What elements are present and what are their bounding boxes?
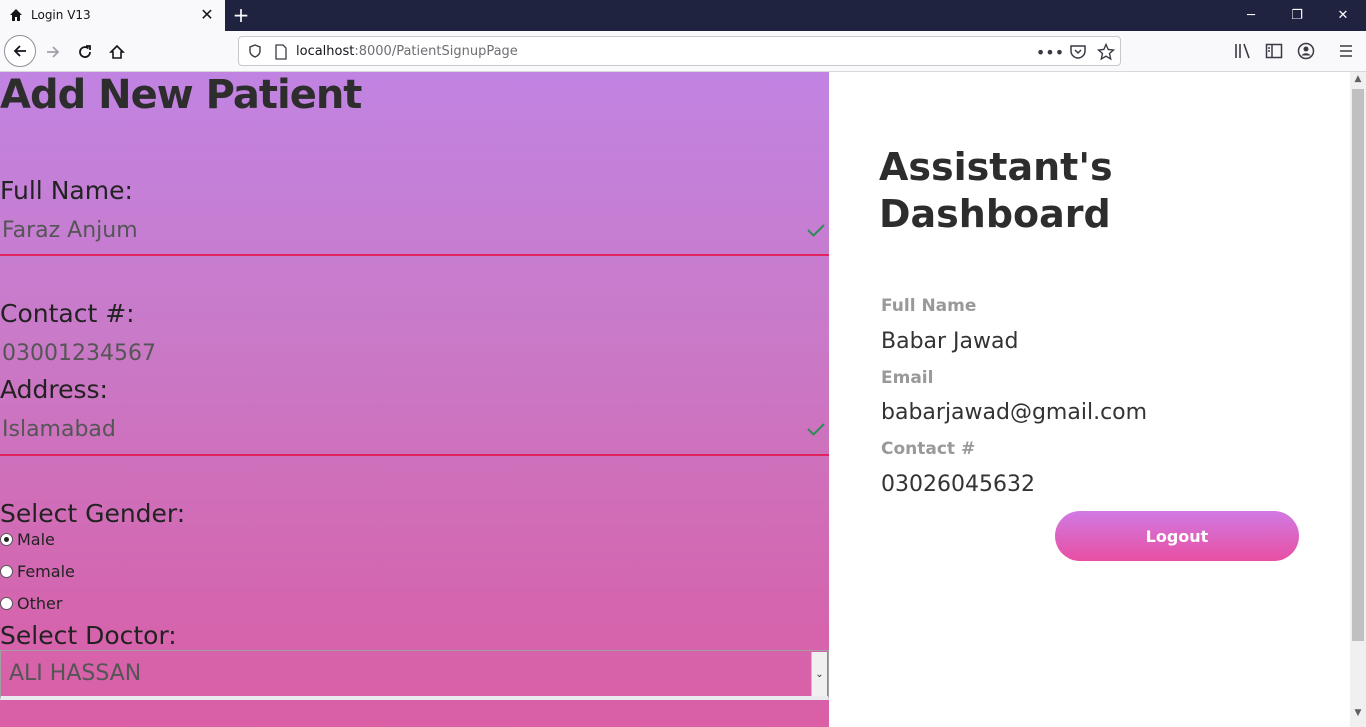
radio-other[interactable] [0, 596, 13, 610]
scroll-up-arrow-icon[interactable]: ▲ [1350, 74, 1366, 88]
radio-label-other: Other [17, 593, 63, 613]
full-name-label: Full Name: [0, 176, 133, 205]
tab-login[interactable]: Login V13 ✕ [0, 0, 225, 31]
back-arrow-icon [13, 45, 26, 57]
address-underline [0, 454, 829, 456]
home-icon [109, 44, 125, 59]
radio-female[interactable] [0, 564, 13, 578]
full-name-input[interactable] [0, 210, 829, 250]
email-info-label: Email [881, 368, 934, 388]
reload-button[interactable] [70, 37, 100, 67]
email-info-value: babarjawad@gmail.com [881, 400, 1148, 425]
url-bar[interactable]: localhost:8000/PatientSignupPage ••• [238, 36, 1121, 66]
forward-arrow-icon [47, 46, 60, 58]
check-icon [807, 423, 825, 436]
radio-label-male: Male [17, 529, 55, 549]
account-icon[interactable] [1297, 42, 1315, 60]
tab-bar: Login V13 ✕ + ─ ❐ ✕ [0, 0, 1366, 31]
forward-button[interactable] [38, 37, 68, 67]
page-scrollbar[interactable]: ▲ ▼ [1350, 72, 1366, 727]
radio-label-female: Female [17, 561, 75, 581]
reload-icon [79, 45, 91, 58]
home-icon [10, 9, 22, 21]
pocket-icon[interactable] [1069, 42, 1087, 62]
tab-title: Login V13 [31, 8, 91, 22]
contact-label: Contact #: [0, 299, 135, 328]
logout-button[interactable]: Logout [1055, 511, 1299, 561]
chevron-down-icon[interactable]: ⌄ [811, 652, 827, 696]
tab-close-icon[interactable]: ✕ [199, 6, 215, 24]
full-name-underline [0, 254, 829, 256]
full-name-info-value: Babar Jawad [881, 329, 1019, 354]
url-text[interactable]: localhost:8000/PatientSignupPage [296, 44, 518, 59]
minimize-button[interactable]: ─ [1228, 0, 1274, 31]
doctor-select-value: ALI HASSAN [9, 661, 142, 686]
contact-input[interactable] [0, 333, 829, 373]
assistant-dashboard: Assistant's Dashboard Full Name Babar Ja… [829, 72, 1350, 727]
gender-option-female[interactable]: Female [0, 561, 75, 581]
star-icon[interactable] [1097, 42, 1115, 62]
menu-icon[interactable] [1338, 43, 1354, 59]
contact-info-label: Contact # [881, 439, 976, 459]
radio-male[interactable] [0, 532, 13, 546]
add-patient-form: Add New Patient Full Name: Contact #: Ad… [0, 72, 829, 727]
scroll-down-arrow-icon[interactable]: ▼ [1350, 708, 1366, 722]
close-window-button[interactable]: ✕ [1320, 0, 1366, 31]
sidebar-icon[interactable] [1265, 43, 1283, 59]
url-host: localhost [296, 44, 355, 59]
full-name-info-label: Full Name [881, 296, 977, 316]
check-icon [807, 224, 825, 237]
contact-info-value: 03026045632 [881, 472, 1035, 497]
dashboard-title: Assistant's Dashboard [879, 145, 1113, 236]
form-title: Add New Patient [0, 72, 362, 118]
back-button[interactable] [4, 35, 36, 67]
gender-option-other[interactable]: Other [0, 593, 63, 613]
home-button[interactable] [102, 37, 132, 67]
shield-icon[interactable] [248, 44, 262, 58]
new-tab-button[interactable]: + [231, 4, 251, 26]
gender-option-male[interactable]: Male [0, 529, 55, 549]
scroll-thumb[interactable] [1352, 89, 1364, 641]
doctor-label: Select Doctor: [0, 621, 177, 650]
address-input[interactable] [0, 409, 829, 449]
navigation-bar: localhost:8000/PatientSignupPage ••• [0, 31, 1366, 72]
url-path: :8000/PatientSignupPage [354, 44, 518, 59]
page-content: Add New Patient Full Name: Contact #: Ad… [0, 72, 1366, 727]
gender-label: Select Gender: [0, 499, 186, 528]
library-icon[interactable] [1234, 43, 1252, 59]
address-label: Address: [0, 375, 108, 404]
page-icon [275, 44, 287, 60]
doctor-select[interactable]: ALI HASSAN ⌄ [0, 650, 829, 700]
restore-button[interactable]: ❐ [1274, 0, 1320, 31]
more-icon[interactable]: ••• [1036, 42, 1064, 62]
